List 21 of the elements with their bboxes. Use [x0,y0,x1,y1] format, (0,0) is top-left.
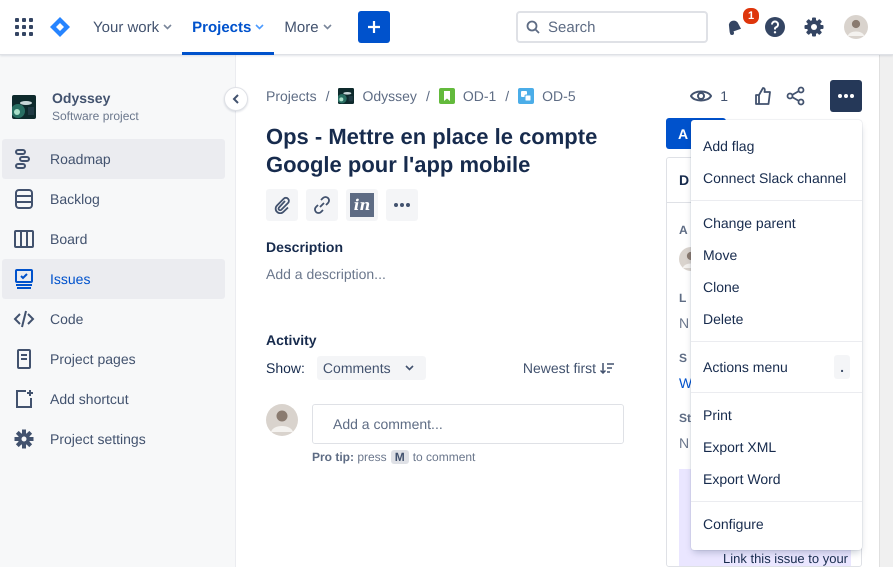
key-badge: M [390,450,409,464]
project-name: Odyssey [52,90,112,106]
section-heading: Activity [266,332,318,348]
field-value: N [679,435,690,451]
field-label: S [679,351,688,365]
card-heading: D [679,172,690,188]
notification-badge: 1 [742,7,760,25]
tip-text: Pro tip: press [312,450,387,464]
tip-text: to comment [412,450,476,464]
field-value: N [679,315,690,331]
show-label: Show: [266,360,305,376]
breadcrumb-separator: / [326,88,330,104]
promo-text: Link this issue to your [723,551,848,566]
breadcrumb-separator: / [505,88,510,104]
project-type: Software project [52,109,139,123]
field-label: L [679,291,686,305]
breadcrumb-separator: / [426,88,430,104]
issue-title: Ops - Mettre en place le compte Google pour l'app mobile [266,123,598,179]
section-heading: Description [266,239,344,255]
field-label: A [679,223,688,237]
field-label: St [679,411,691,425]
